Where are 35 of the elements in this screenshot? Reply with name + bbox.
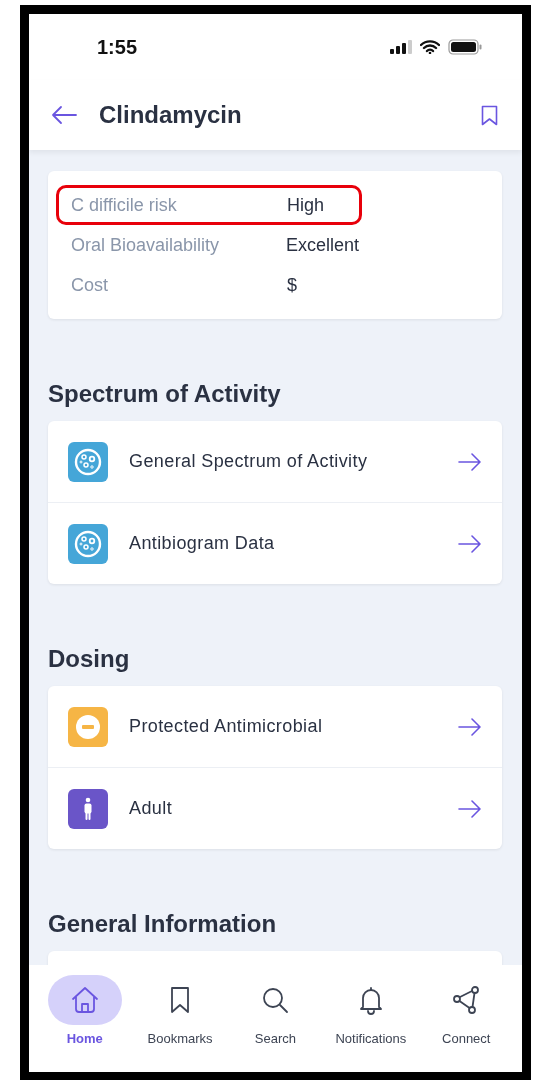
- petri-dish-icon: [68, 523, 108, 564]
- property-label: C difficile risk: [71, 194, 178, 216]
- arrow-right-icon: [458, 717, 482, 736]
- arrow-right-icon: [458, 534, 482, 553]
- list-item[interactable]: Antibiogram Data: [48, 502, 502, 584]
- property-value: High: [287, 194, 325, 216]
- back-icon[interactable]: [51, 105, 77, 125]
- tab[interactable]: Bookmarks: [134, 975, 227, 1072]
- tab[interactable]: Home: [38, 975, 131, 1072]
- petri-dish-icon: [68, 441, 108, 482]
- page-title: Clindamycin: [99, 101, 243, 129]
- share-icon: [451, 985, 482, 1015]
- person-icon: [68, 788, 108, 829]
- property-value: $: [287, 274, 297, 296]
- wifi-icon: [420, 40, 440, 54]
- list-item[interactable]: Protected Antimicrobial: [48, 686, 502, 767]
- property-label: Oral Bioavailability: [71, 234, 221, 256]
- section-title: Dosing: [48, 644, 131, 674]
- signal-icon: [390, 40, 412, 54]
- list-item[interactable]: Adult: [48, 767, 502, 849]
- tab[interactable]: Search: [229, 975, 322, 1072]
- section-title: Spectrum of Activity: [48, 379, 282, 409]
- status-time: 1:55: [97, 35, 138, 59]
- tab[interactable]: Notifications: [324, 975, 417, 1072]
- section-title: General Information: [48, 909, 278, 939]
- property-value: Excellent: [285, 234, 359, 256]
- tab[interactable]: Connect: [420, 975, 513, 1072]
- list-item[interactable]: General Spectrum of Activity: [48, 421, 502, 502]
- battery-icon: [448, 39, 482, 55]
- search-icon: [260, 985, 291, 1015]
- arrow-right-icon: [458, 799, 482, 818]
- bookmark-icon[interactable]: [481, 104, 498, 126]
- home-icon: [69, 985, 100, 1015]
- property-label: Cost: [71, 274, 109, 296]
- arrow-right-icon: [458, 452, 482, 471]
